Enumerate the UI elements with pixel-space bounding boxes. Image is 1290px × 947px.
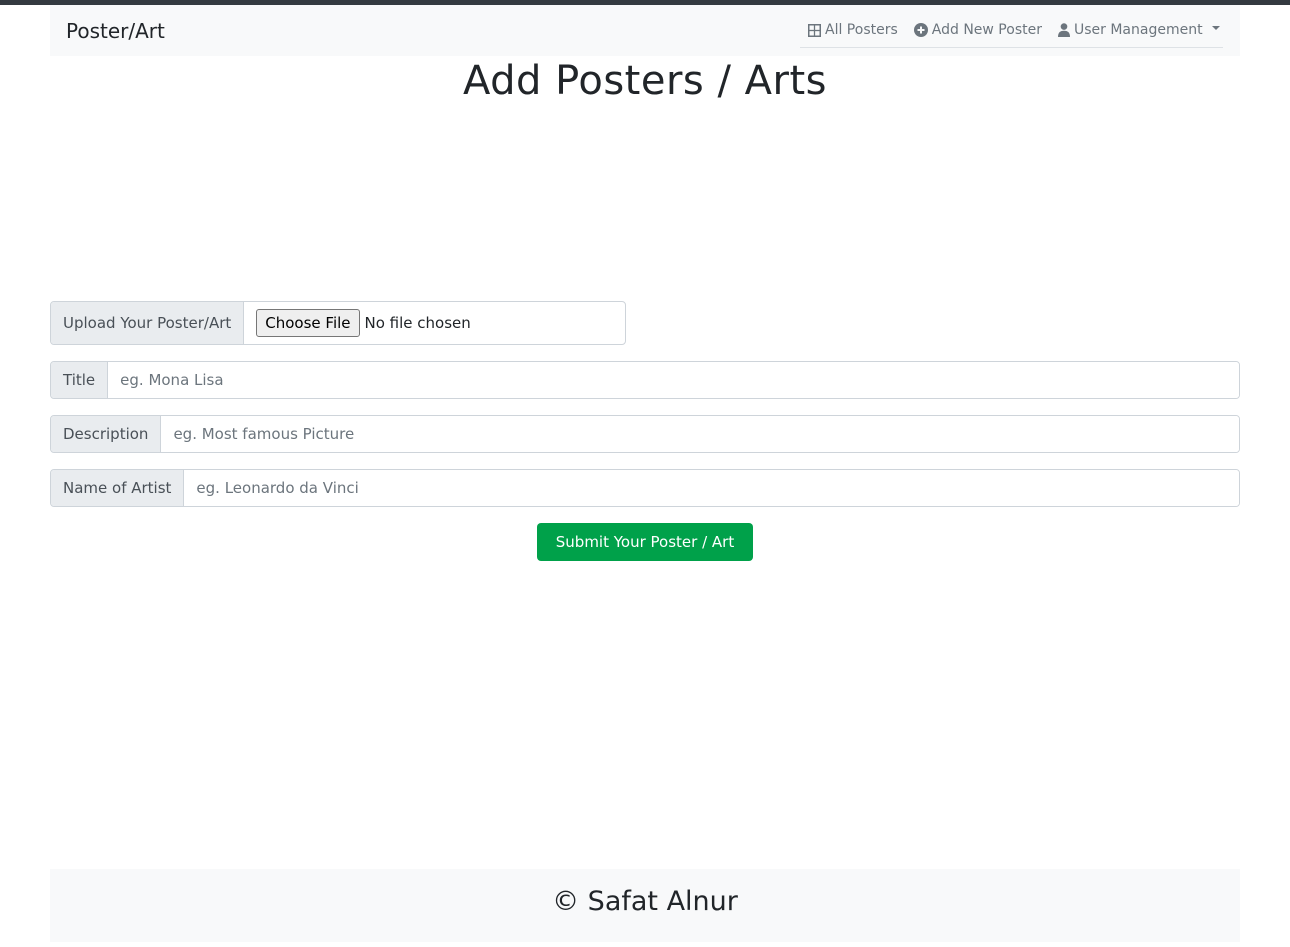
footer-copyright: © Safat Alnur xyxy=(552,886,738,917)
page-title: Add Posters / Arts xyxy=(463,58,827,104)
submit-button[interactable]: Submit Your Poster / Art xyxy=(537,523,753,561)
file-input[interactable]: Choose File No file chosen xyxy=(244,302,613,344)
nav-link-add-new-poster[interactable]: Add New Poster xyxy=(906,18,1050,42)
artist-input[interactable] xyxy=(184,470,1239,506)
title-input[interactable] xyxy=(108,362,1239,398)
nav-link-all-posters[interactable]: All Posters xyxy=(800,18,906,42)
artist-group: Name of Artist xyxy=(50,469,1240,507)
file-status: No file chosen xyxy=(364,314,471,332)
choose-file-button[interactable]: Choose File xyxy=(256,309,360,337)
description-label: Description xyxy=(51,416,162,452)
upload-label: Upload Your Poster/Art xyxy=(51,302,245,344)
user-icon xyxy=(1057,23,1070,37)
navbar-brand[interactable]: Poster/Art xyxy=(66,19,165,43)
plus-circle-icon xyxy=(913,23,928,37)
nav-link-label: Add New Poster xyxy=(931,22,1042,38)
dropdown-caret-icon xyxy=(1211,26,1220,30)
title-label: Title xyxy=(51,362,109,398)
nav-link-user-management[interactable]: User Management xyxy=(1050,18,1228,42)
artist-label: Name of Artist xyxy=(51,470,185,506)
description-group: Description xyxy=(50,415,1240,453)
description-input[interactable] xyxy=(161,416,1239,452)
grid-icon xyxy=(808,23,821,37)
title-group: Title xyxy=(50,361,1240,399)
nav-links: All Posters Add New Poster User Manageme… xyxy=(800,18,1223,48)
navbar: Poster/Art All Posters Add New Poster Us xyxy=(50,5,1240,56)
footer: © Safat Alnur xyxy=(50,869,1240,942)
nav-link-label: All Posters xyxy=(825,22,898,38)
upload-group: Upload Your Poster/Art Choose File No fi… xyxy=(50,301,626,345)
nav-link-label: User Management xyxy=(1073,22,1203,38)
